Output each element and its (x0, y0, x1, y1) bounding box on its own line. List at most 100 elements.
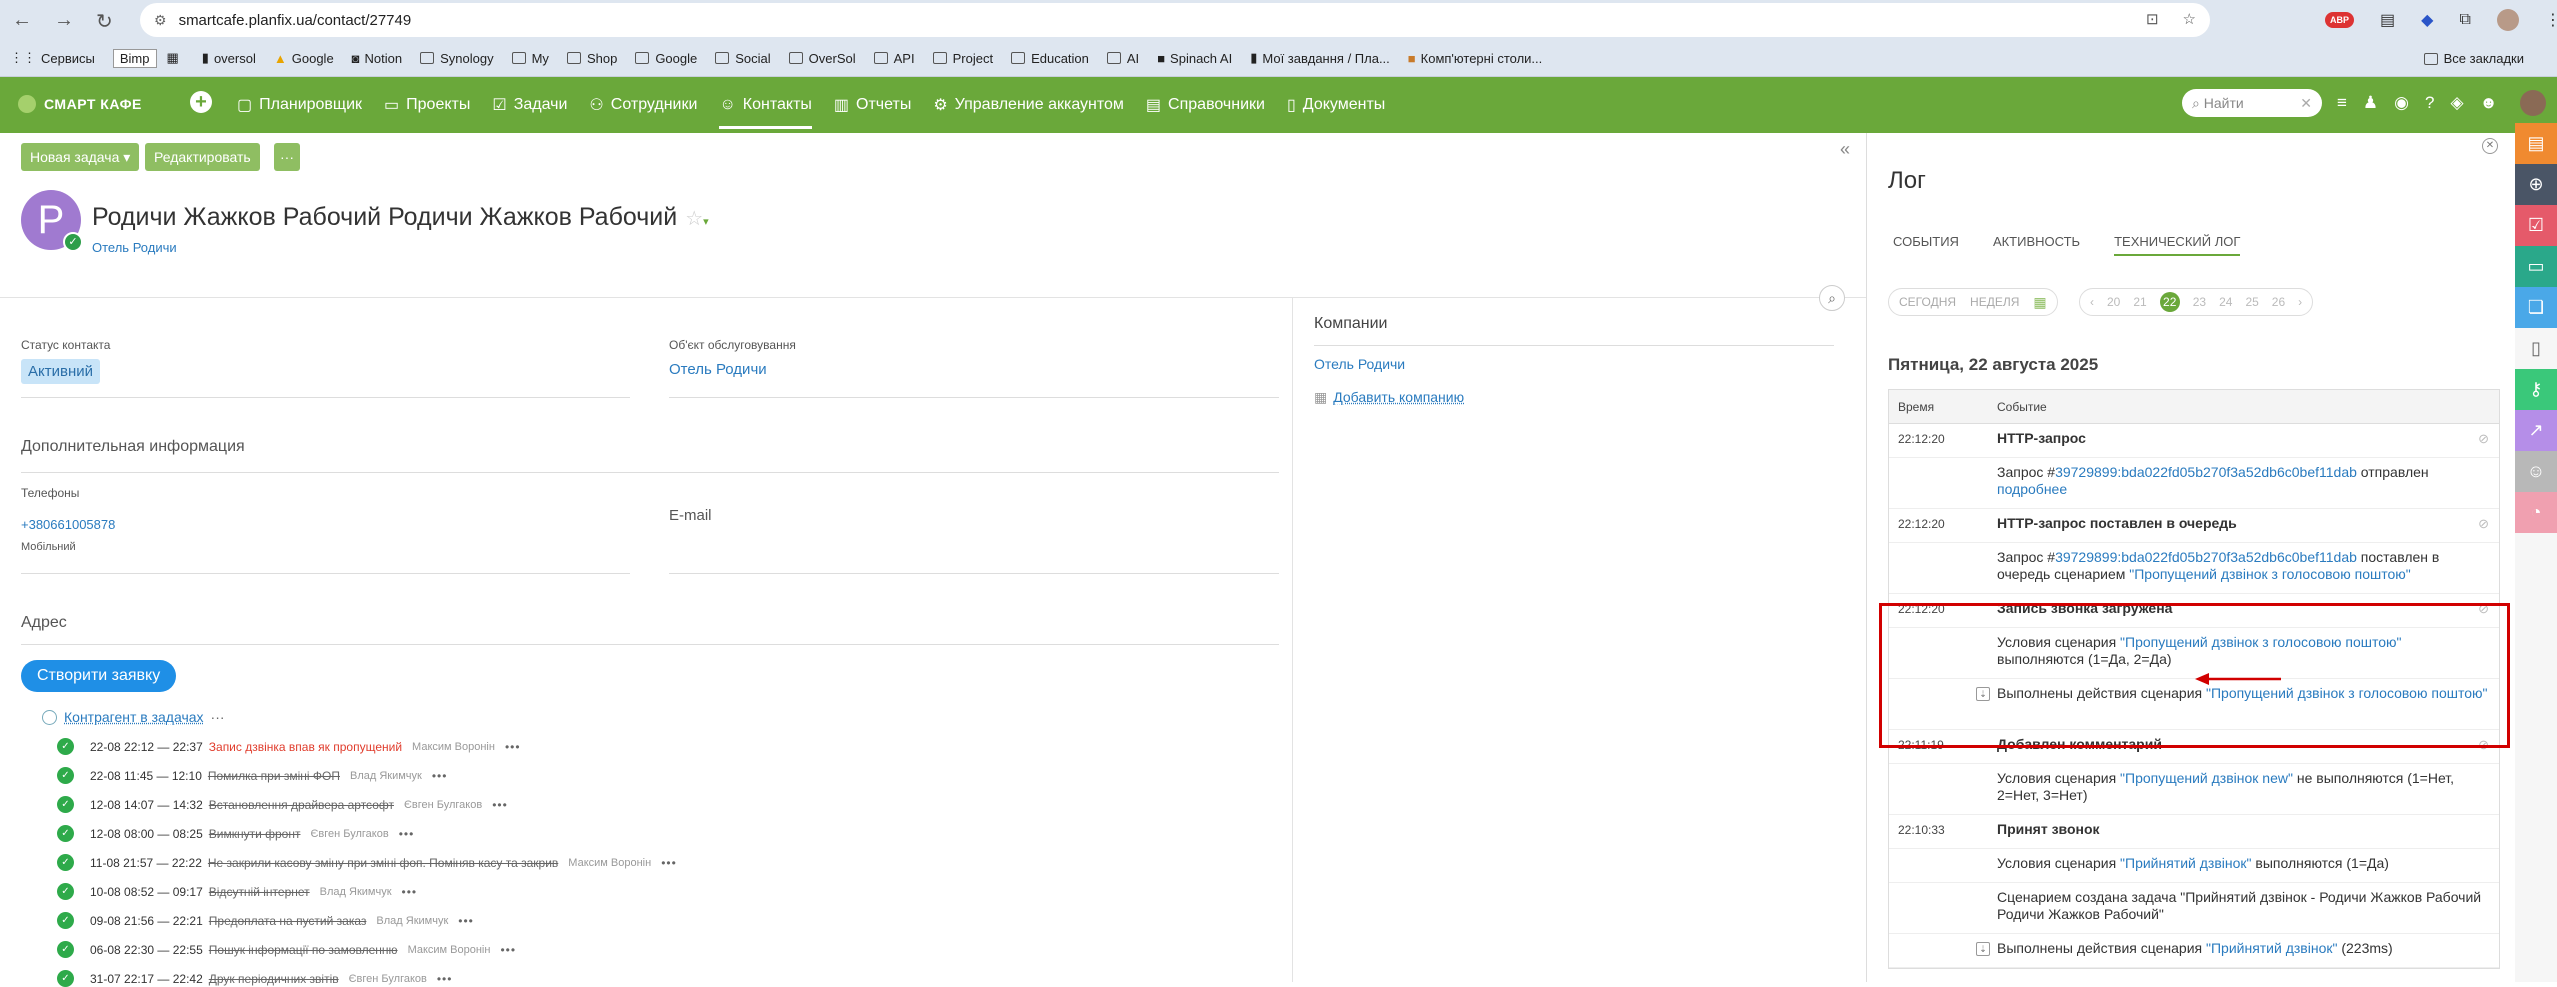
task-row[interactable]: ✓ 09-08 21:56 — 22:21 Предоплата на пустий… (57, 912, 474, 929)
task-title[interactable]: Вимкнути фронт (209, 827, 301, 841)
day-23[interactable]: 23 (2193, 295, 2206, 309)
task-row[interactable]: ✓ 12-08 08:00 — 08:25 Вимкнути фронт Євген … (57, 825, 414, 842)
analytics-icon[interactable]: ↗ (2515, 410, 2557, 451)
menu-icon[interactable]: ⋮ (2545, 10, 2557, 30)
forward-icon[interactable]: → (54, 9, 74, 34)
bookmark-services[interactable]: ⋮⋮ Сервисы (10, 50, 95, 66)
prev-icon[interactable]: ‹ (2090, 295, 2094, 309)
adblock-icon[interactable]: ABP (2325, 12, 2355, 28)
nav-contacts[interactable]: ☺ Контакты (719, 95, 813, 129)
nav-directories[interactable]: ▤ Справочники (1146, 95, 1265, 115)
task-row[interactable]: ✓ 31-07 22:17 — 22:42 Друк періодичних зві… (57, 970, 452, 987)
bookmark-star-icon[interactable]: ☆ (2183, 10, 2196, 28)
extension-icon[interactable]: ▤ (2380, 10, 2395, 30)
bookmark-grid[interactable]: ▦ (167, 50, 184, 66)
day-22[interactable]: 22 (2159, 292, 2180, 312)
site-info-icon[interactable]: ⚙ (154, 12, 167, 29)
task-title[interactable]: Друк періодичних звітів (209, 972, 339, 986)
menu-lines-icon[interactable]: ≡ (2337, 93, 2347, 113)
contact-company-link[interactable]: Отель Родичи (92, 240, 177, 255)
task-row[interactable]: ✓ 06-08 22:30 — 22:55 Пошук інформації по … (57, 941, 516, 958)
profile-avatar[interactable] (2496, 9, 2519, 31)
scenario-link[interactable]: 39729899:bda022fd05b270f3a52db6c0bef11da… (2055, 549, 2357, 565)
task-more[interactable]: ••• (458, 914, 474, 928)
task-more[interactable]: ••• (492, 798, 508, 812)
history-icon[interactable]: ◔ (2515, 492, 2557, 533)
details-link[interactable]: "Пропущений дзвінок з голосовою поштою" (2129, 566, 2410, 582)
bookmark-my[interactable]: My (511, 51, 549, 66)
user-icon[interactable]: ☻ (2480, 93, 2498, 113)
bookmark-project[interactable]: Project (932, 51, 993, 66)
bookmark-ai[interactable]: AI (1106, 51, 1139, 66)
edit-button[interactable]: Редактировать (145, 143, 260, 171)
company-link[interactable]: Отель Родичи (1314, 356, 1405, 372)
bookmark-my-tasks[interactable]: ▮ Мої завдання / Пла... (1250, 50, 1390, 66)
day-25[interactable]: 25 (2245, 295, 2258, 309)
nav-projects[interactable]: ▭ Проекты (384, 95, 470, 115)
task-title[interactable]: Відсутній інтернет (209, 885, 310, 899)
chat-icon[interactable]: ▤ (2515, 123, 2557, 164)
close-icon[interactable]: ✕ (2482, 138, 2498, 154)
task-more[interactable]: ••• (399, 827, 415, 841)
calendar-icon[interactable]: ▦ (2033, 294, 2046, 311)
nav-account[interactable]: ⚙ Управление аккаунтом (933, 95, 1124, 115)
user-avatar[interactable] (2520, 90, 2546, 116)
bookmark-education[interactable]: Education (1011, 51, 1089, 66)
calendar-check-icon[interactable]: ☑ (2515, 205, 2557, 246)
week-button[interactable]: НЕДЕЛЯ (1970, 295, 2019, 309)
zoom-icon[interactable]: ⌕ (1819, 285, 1845, 311)
bookmark-google[interactable]: ▲ Google (274, 51, 334, 66)
nav-documents[interactable]: ▯ Документы (1287, 95, 1385, 115)
phone-link[interactable]: +380661005878 (21, 517, 115, 532)
day-26[interactable]: 26 (2272, 295, 2285, 309)
day-24[interactable]: 24 (2219, 295, 2232, 309)
task-title[interactable]: Встановлення драйвера артсофт (209, 798, 394, 812)
create-request-button[interactable]: Створити заявку (21, 660, 177, 692)
task-row[interactable]: ✓ 10-08 08:52 — 09:17 Відсутній інтернет Вл… (57, 883, 417, 900)
nav-reports[interactable]: ▥ Отчеты (834, 95, 911, 115)
clipboard-icon[interactable]: ▯ (2515, 328, 2557, 369)
more-button[interactable]: ··· (274, 143, 300, 171)
today-button[interactable]: СЕГОДНЯ (1899, 295, 1956, 309)
contractor-in-tasks[interactable]: Контрагент в задачах ··· (42, 709, 225, 725)
day-20[interactable]: 20 (2107, 295, 2120, 309)
bookmark-bimp[interactable]: Bimp (112, 48, 157, 68)
header-search-input[interactable]: ⌕ Найти ✕ (2182, 89, 2322, 117)
smile-icon[interactable]: ☺ (2515, 451, 2557, 492)
day-21[interactable]: 21 (2133, 295, 2146, 309)
key-icon[interactable]: ⚷ (2515, 369, 2557, 410)
task-more[interactable]: ••• (432, 769, 448, 783)
scenario-link[interactable]: "Прийнятий дзвінок" (2120, 855, 2251, 871)
files-icon[interactable]: ❏ (2515, 287, 2557, 328)
details-link[interactable]: подробнее (1997, 481, 2067, 497)
layers-icon[interactable]: ◈ (2450, 93, 2463, 113)
all-bookmarks[interactable]: Все закладки (2423, 51, 2524, 66)
bookmark-synology[interactable]: Synology (420, 51, 494, 66)
bookmark-notion[interactable]: ◙ Notion (352, 51, 402, 66)
bookmark-spinach[interactable]: ■ Spinach AI (1157, 51, 1232, 66)
task-row[interactable]: ✓ 11-08 21:57 — 22:22 Не закрили касову зм… (57, 854, 677, 871)
new-task-button[interactable]: Новая задача ▾ (21, 143, 140, 171)
nav-employees[interactable]: ⚇ Сотрудники (589, 95, 697, 115)
task-row[interactable]: ✓ 22-08 11:45 — 12:10 Помилка при зміні ФО… (57, 767, 447, 784)
clear-icon[interactable]: ✕ (2300, 95, 2312, 112)
task-more[interactable]: ••• (402, 885, 418, 899)
dropdown-icon[interactable]: ▾ (703, 216, 709, 228)
email-label[interactable]: E-mail (669, 507, 712, 524)
task-title[interactable]: Запис дзвінка впав як пропущений (209, 740, 402, 754)
help-icon[interactable]: ? (2425, 93, 2434, 113)
task-more[interactable]: ••• (500, 943, 516, 957)
object-link[interactable]: Отель Родичи (669, 361, 767, 378)
bookmark-google-folder[interactable]: Google (635, 51, 697, 66)
task-title[interactable]: Помилка при зміні ФОП (208, 769, 340, 783)
install-icon[interactable]: ⊡ (2146, 10, 2159, 28)
next-icon[interactable]: › (2298, 295, 2302, 309)
nav-planner[interactable]: ▢ Планировщик (237, 95, 362, 115)
tab-tech-log[interactable]: ТЕХНИЧЕСКИЙ ЛОГ (2114, 234, 2241, 256)
status-badge[interactable]: Активний (21, 359, 100, 384)
tab-activity[interactable]: АКТИВНОСТЬ (1993, 234, 2080, 256)
bookmark-oversol-folder[interactable]: OverSol (788, 51, 856, 66)
tab-events[interactable]: СОБЫТИЯ (1893, 234, 1959, 256)
bookmark-oversol[interactable]: ▮ oversol (202, 50, 256, 66)
favorite-star-icon[interactable]: ☆ (685, 208, 703, 230)
